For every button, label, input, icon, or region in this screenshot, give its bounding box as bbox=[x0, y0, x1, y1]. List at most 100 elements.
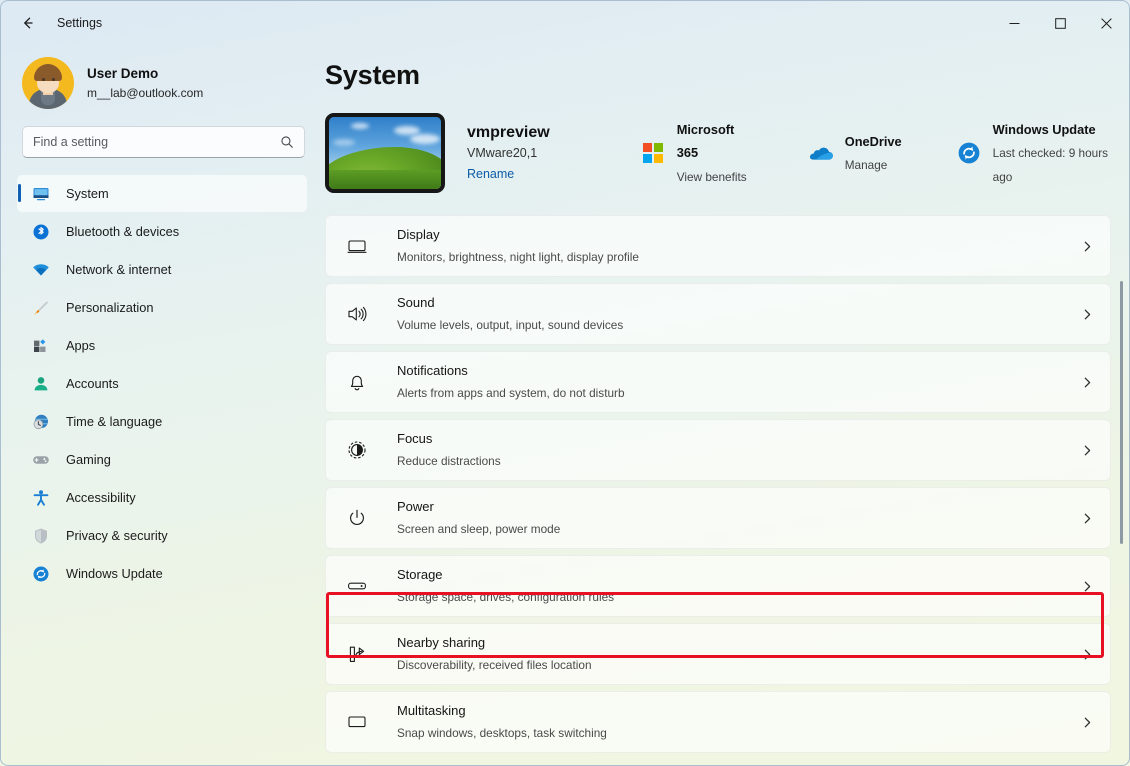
search-icon bbox=[281, 136, 293, 148]
setting-row-notifications[interactable]: Notifications Alerts from apps and syste… bbox=[325, 351, 1111, 413]
update-sync-icon bbox=[956, 140, 982, 166]
device-thumbnail bbox=[325, 113, 445, 193]
focus-moon-icon bbox=[344, 439, 370, 461]
quick-link-windows-update[interactable]: Windows Update Last checked: 9 hours ago bbox=[950, 114, 1129, 192]
setting-subtitle: Reduce distractions bbox=[397, 454, 501, 468]
setting-title: Display bbox=[397, 226, 440, 242]
drive-icon bbox=[344, 575, 370, 597]
setting-row-nearby-sharing[interactable]: Nearby sharing Discoverability, received… bbox=[325, 623, 1111, 685]
update-sync-icon bbox=[32, 565, 50, 583]
chevron-right-icon bbox=[1081, 444, 1094, 457]
bluetooth-icon bbox=[32, 223, 50, 241]
sidebar-item-label: Personalization bbox=[66, 300, 154, 315]
sidebar-item-personalization[interactable]: Personalization bbox=[17, 289, 307, 326]
setting-subtitle: Storage space, drives, configuration rul… bbox=[397, 590, 615, 604]
sidebar-item-gaming[interactable]: Gaming bbox=[17, 441, 307, 478]
gamepad-icon bbox=[32, 451, 50, 469]
rename-link[interactable]: Rename bbox=[467, 165, 514, 183]
back-button[interactable] bbox=[11, 8, 45, 38]
quick-link-subtitle: Last checked: 9 hours ago bbox=[992, 146, 1109, 184]
quick-link-title: Microsoft 365 bbox=[676, 122, 735, 161]
device-header: vmpreview VMware20,1 Rename Microsoft 36… bbox=[325, 113, 1129, 193]
chevron-right-icon bbox=[1081, 308, 1094, 321]
quick-link-title: Windows Update bbox=[992, 122, 1096, 138]
close-icon bbox=[1100, 17, 1112, 29]
settings-list: Display Monitors, brightness, night ligh… bbox=[325, 215, 1129, 755]
sidebar-item-network-internet[interactable]: Network & internet bbox=[17, 251, 307, 288]
arrow-left-icon bbox=[24, 17, 33, 29]
shield-icon bbox=[32, 527, 50, 545]
sidebar-item-apps[interactable]: Apps bbox=[17, 327, 307, 364]
setting-row-storage[interactable]: Storage Storage space, drives, configura… bbox=[325, 555, 1111, 617]
setting-subtitle: Screen and sleep, power mode bbox=[397, 522, 561, 536]
quick-links: Microsoft 365 View benefits OneDrive Man… bbox=[634, 114, 1129, 192]
sidebar-item-label: Bluetooth & devices bbox=[66, 224, 180, 239]
account-block[interactable]: User Demo m__lab@outlook.com bbox=[9, 45, 313, 121]
sidebar-item-label: Accessibility bbox=[66, 490, 136, 505]
account-name: User Demo bbox=[87, 65, 159, 81]
quick-link-onedrive[interactable]: OneDrive Manage bbox=[802, 126, 908, 180]
setting-row-multitasking[interactable]: Multitasking Snap windows, desktops, tas… bbox=[325, 691, 1111, 753]
sidebar-item-label: Network & internet bbox=[66, 262, 172, 277]
maximize-icon bbox=[1054, 17, 1066, 29]
clock-globe-icon bbox=[32, 413, 50, 431]
quick-link-microsoft-365[interactable]: Microsoft 365 View benefits bbox=[634, 114, 760, 192]
setting-title: Notifications bbox=[397, 362, 468, 378]
setting-subtitle: Alerts from apps and system, do not dist… bbox=[397, 386, 625, 400]
chevron-right-icon bbox=[1081, 580, 1094, 593]
sidebar-item-privacy-security[interactable]: Privacy & security bbox=[17, 517, 307, 554]
onedrive-cloud-icon bbox=[808, 140, 834, 166]
paintbrush-icon bbox=[32, 299, 50, 317]
setting-title: Power bbox=[397, 498, 434, 514]
microsoft-logo-icon bbox=[640, 140, 666, 166]
chevron-right-icon bbox=[1081, 376, 1094, 389]
minimize-button[interactable] bbox=[991, 1, 1037, 45]
title-bar: Settings bbox=[1, 1, 1129, 45]
quick-link-subtitle: View benefits bbox=[676, 169, 747, 184]
setting-row-power[interactable]: Power Screen and sleep, power mode bbox=[325, 487, 1111, 549]
quick-link-title: OneDrive bbox=[844, 133, 902, 149]
sidebar-item-accessibility[interactable]: Accessibility bbox=[17, 479, 307, 516]
search-box[interactable] bbox=[22, 126, 305, 158]
monitor-icon bbox=[344, 235, 370, 257]
app-title: Settings bbox=[57, 16, 103, 30]
setting-title: Focus bbox=[397, 430, 433, 446]
accessibility-person-icon bbox=[32, 489, 50, 507]
setting-row-focus[interactable]: Focus Reduce distractions bbox=[325, 419, 1111, 481]
sidebar-item-accounts[interactable]: Accounts bbox=[17, 365, 307, 402]
scrollbar-thumb[interactable] bbox=[1120, 281, 1123, 544]
sidebar: User Demo m__lab@outlook.com System bbox=[1, 45, 321, 765]
device-model: VMware20,1 bbox=[467, 145, 538, 160]
sidebar-item-label: Accounts bbox=[66, 376, 119, 391]
setting-row-display[interactable]: Display Monitors, brightness, night ligh… bbox=[325, 215, 1111, 277]
sidebar-nav: System Bluetooth & devices Network & int… bbox=[9, 172, 313, 592]
sidebar-item-label: Privacy & security bbox=[66, 528, 168, 543]
search-input[interactable] bbox=[33, 135, 280, 149]
sidebar-item-label: Time & language bbox=[66, 414, 163, 429]
chevron-right-icon bbox=[1081, 648, 1094, 661]
power-icon bbox=[344, 507, 370, 529]
setting-row-sound[interactable]: Sound Volume levels, output, input, soun… bbox=[325, 283, 1111, 345]
sidebar-item-system[interactable]: System bbox=[17, 175, 307, 212]
sidebar-item-windows-update[interactable]: Windows Update bbox=[17, 555, 307, 592]
sidebar-item-label: Gaming bbox=[66, 452, 111, 467]
sidebar-item-bluetooth-devices[interactable]: Bluetooth & devices bbox=[17, 213, 307, 250]
window-controls bbox=[991, 1, 1129, 45]
close-button[interactable] bbox=[1083, 1, 1129, 45]
sidebar-item-time-language[interactable]: Time & language bbox=[17, 403, 307, 440]
setting-title: Sound bbox=[397, 294, 435, 310]
setting-subtitle: Snap windows, desktops, task switching bbox=[397, 726, 607, 740]
apps-grid-icon bbox=[32, 337, 50, 355]
setting-subtitle: Volume levels, output, input, sound devi… bbox=[397, 318, 624, 332]
setting-title: Multitasking bbox=[397, 702, 466, 718]
minimize-icon bbox=[1009, 22, 1019, 24]
setting-title: Storage bbox=[397, 566, 443, 582]
speaker-icon bbox=[344, 303, 370, 325]
setting-title: Nearby sharing bbox=[397, 634, 486, 650]
sidebar-item-label: Apps bbox=[66, 338, 96, 353]
avatar bbox=[22, 57, 74, 109]
device-name: vmpreview bbox=[467, 123, 550, 141]
maximize-button[interactable] bbox=[1037, 1, 1083, 45]
chevron-right-icon bbox=[1081, 512, 1094, 525]
settings-window: Settings User Demo m__lab@outlook.com Fi… bbox=[0, 0, 1130, 766]
